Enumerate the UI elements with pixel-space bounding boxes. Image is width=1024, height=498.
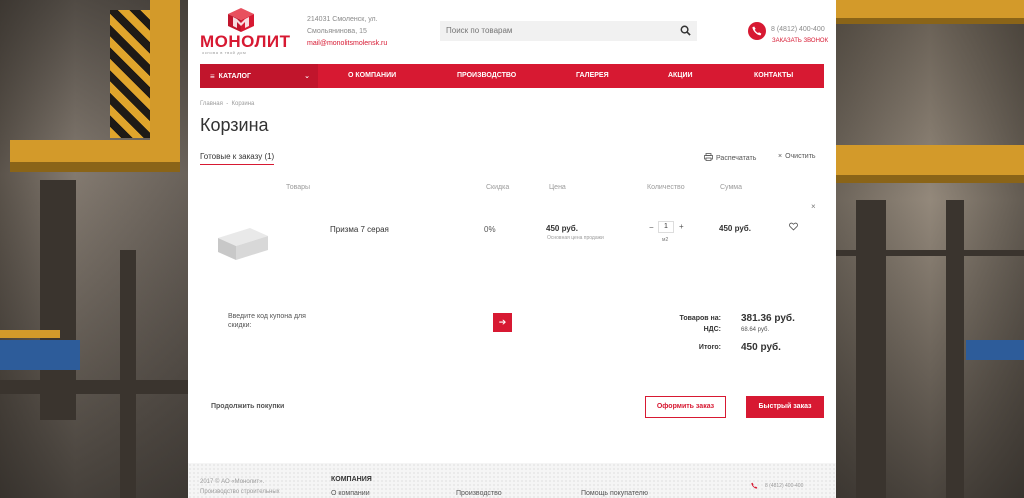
footer-copyright-line1: 2017 © АО «Монолит».: [200, 479, 265, 485]
nav-item-production[interactable]: ПРОИЗВОДСТВО: [457, 72, 516, 79]
nav-item-contacts[interactable]: КОНТАКТЫ: [754, 72, 793, 79]
product-name[interactable]: Призма 7 серая: [330, 225, 389, 234]
tab-ready-to-order[interactable]: Готовые к заказу (1): [200, 152, 275, 165]
column-header-quantity: Количество: [647, 184, 685, 191]
nav-item-promos[interactable]: АКЦИИ: [668, 72, 693, 79]
search-box: [440, 21, 697, 41]
logo-tagline: основа в твой дом: [202, 50, 247, 55]
price-note: Основная цена продажи: [547, 235, 604, 241]
main-nav: ≡ КАТАЛОГ ⌄ О КОМПАНИИ ПРОИЗВОДСТВО ГАЛЕ…: [200, 64, 824, 88]
background-left: [0, 0, 188, 498]
footer: 2017 © АО «Монолит». Производство строит…: [188, 463, 836, 498]
apply-coupon-button[interactable]: ➔: [493, 313, 512, 332]
footer-phone-icon: [751, 482, 758, 489]
coupon-label: Введите код купона для скидки:: [228, 313, 306, 329]
clear-button[interactable]: × Очистить: [778, 153, 816, 160]
address-line1: 214031 Смоленск, ул.: [307, 16, 378, 23]
footer-link-about[interactable]: О компании: [331, 490, 370, 497]
footer-link-help[interactable]: Помощь покупателю: [581, 490, 648, 497]
column-header-sum: Сумма: [720, 184, 742, 191]
page-title: Корзина: [200, 115, 269, 135]
footer-link-production[interactable]: Производство: [456, 490, 502, 497]
column-header-price: Цена: [549, 184, 566, 191]
continue-shopping-link[interactable]: Продолжить покупки: [211, 403, 284, 410]
quantity-increase-button[interactable]: +: [679, 222, 684, 231]
search-icon[interactable]: [680, 25, 691, 36]
breadcrumb-separator: -: [226, 101, 229, 107]
quantity-unit: м2: [662, 237, 669, 243]
print-label: Распечатать: [716, 155, 757, 162]
product-image[interactable]: [216, 222, 270, 262]
close-icon: ×: [778, 153, 783, 160]
header: МОНОЛИТ основа в твой дом 214031 Смоленс…: [188, 0, 836, 64]
logo-cube-icon: [228, 8, 254, 32]
quantity-field[interactable]: 1: [658, 221, 674, 233]
footer-copyright-line2: Производство строительных: [200, 489, 280, 495]
grand-total-value: 450 руб.: [741, 342, 781, 353]
nav-item-about[interactable]: О КОМПАНИИ: [348, 72, 396, 79]
address-line2: Смольянинова, 15: [307, 28, 367, 35]
column-header-discount: Скидка: [486, 184, 510, 191]
quick-order-button[interactable]: Быстрый заказ: [746, 396, 824, 418]
goods-total-label: Товаров на:: [679, 315, 721, 322]
address-block: 214031 Смоленск, ул. Смольянинова, 15 ma…: [307, 14, 387, 50]
breadcrumb-current: Корзина: [231, 101, 255, 107]
product-sum: 450 руб.: [719, 224, 751, 233]
product-price: 450 руб.: [546, 224, 578, 233]
arrow-right-icon: ➔: [498, 317, 507, 327]
callback-link[interactable]: ЗАКАЗАТЬ ЗВОНОК: [772, 38, 828, 44]
footer-heading: КОМПАНИЯ: [331, 476, 372, 483]
printer-icon: [704, 153, 713, 161]
footer-phone[interactable]: 8 (4812) 400-400: [765, 483, 803, 489]
nav-item-gallery[interactable]: ГАЛЕРЕЯ: [576, 72, 609, 79]
grand-total-label: Итого:: [698, 344, 721, 351]
product-discount: 0%: [484, 225, 496, 234]
breadcrumb: Главная - Корзина: [200, 101, 254, 107]
goods-total-value: 381.36 руб.: [741, 313, 795, 324]
breadcrumb-home[interactable]: Главная: [200, 101, 223, 107]
menu-icon: ≡: [210, 71, 215, 81]
remove-item-icon[interactable]: ×: [811, 202, 816, 211]
vat-value: 68.64 руб.: [741, 327, 770, 333]
chevron-down-icon: ⌄: [304, 73, 310, 80]
nav-catalog[interactable]: ≡ КАТАЛОГ ⌄: [200, 64, 318, 88]
print-button[interactable]: Распечатать: [704, 153, 756, 162]
main-page: МОНОЛИТ основа в твой дом 214031 Смоленс…: [188, 0, 836, 498]
background-right: [836, 0, 1024, 498]
vat-label: НДС:: [703, 326, 721, 333]
search-input[interactable]: [446, 26, 666, 35]
heart-icon[interactable]: [789, 222, 798, 231]
checkout-button[interactable]: Оформить заказ: [645, 396, 726, 418]
nav-catalog-label: КАТАЛОГ: [218, 72, 251, 80]
column-header-products: Товары: [286, 184, 311, 191]
email-link[interactable]: mail@monolitsmolensk.ru: [307, 38, 387, 50]
logo-text: МОНОЛИТ: [200, 32, 291, 51]
clear-label: Очистить: [785, 153, 816, 160]
footer-copyright: 2017 © АО «Монолит». Производство строит…: [200, 477, 280, 497]
quantity-decrease-button[interactable]: −: [649, 223, 654, 232]
phone-icon[interactable]: [748, 22, 766, 40]
logo[interactable]: МОНОЛИТ основа в твой дом: [200, 8, 290, 56]
header-phone[interactable]: 8 (4812) 400-400: [771, 26, 825, 33]
